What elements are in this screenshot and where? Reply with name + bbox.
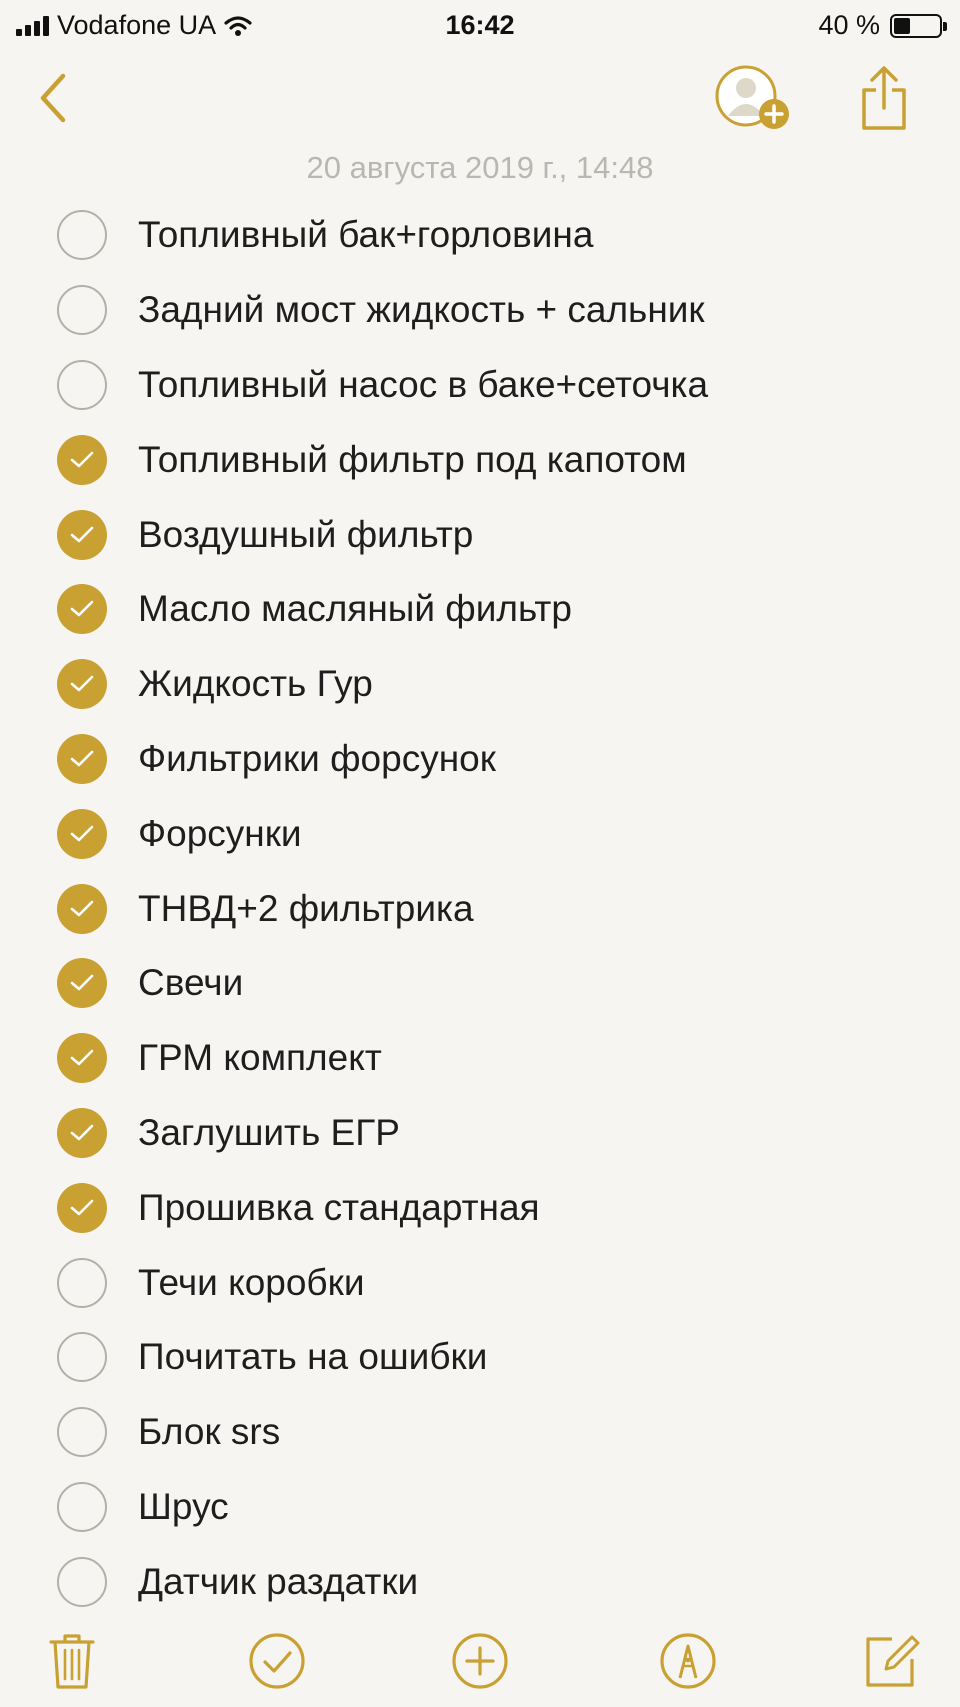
checklist-item[interactable]: Топливный бак+горловина [0,198,960,273]
checklist-item-label: Масло масляный фильтр [138,588,572,630]
checked-circle-icon[interactable] [57,509,107,560]
plus-circle-icon [452,1633,508,1689]
checked-circle-icon[interactable] [57,434,107,485]
checkmark-circle-icon [249,1633,305,1689]
checked-circle-icon[interactable] [57,584,107,635]
clock: 16:42 [445,10,515,40]
checkmark-icon [70,825,94,842]
checklist-item[interactable]: Свечи [0,946,960,1021]
compose-icon [866,1635,920,1687]
add-people-button[interactable] [712,62,792,134]
checklist-item-label: ГРМ комплект [138,1037,382,1079]
checklist-item-label: Воздушный фильтр [138,513,474,555]
checklist-item[interactable]: Фильтрики форсунок [0,722,960,797]
checkmark-icon [70,526,94,542]
unchecked-circle-icon[interactable] [57,1257,107,1308]
checkmark-icon [70,601,94,617]
bottom-toolbar [0,1609,960,1707]
delete-button[interactable] [42,1631,102,1691]
checkmark-icon [70,750,94,767]
checklist-item-label: Фильтрики форсунок [138,737,496,779]
checklist-item-label: Шрус [138,1485,229,1527]
checklist-item-label: Свечи [138,962,244,1004]
unchecked-circle-icon[interactable] [57,1407,107,1458]
unchecked-circle-icon[interactable] [57,285,107,336]
checklist-item[interactable]: Масло масляный фильтр [0,572,960,647]
checklist-item[interactable]: Течи коробки [0,1245,960,1320]
checklist-item-label: Форсунки [138,812,302,854]
checklist-item[interactable]: Блок srs [0,1395,960,1470]
checklist-item[interactable]: Топливный насос в баке+сеточка [0,348,960,423]
checklist-item[interactable]: Шрус [0,1470,960,1545]
checked-circle-icon[interactable] [57,733,107,784]
compose-button[interactable] [862,1631,922,1691]
checked-circle-icon[interactable] [57,883,107,934]
add-person-icon [715,65,789,129]
unchecked-circle-icon[interactable] [57,359,107,410]
checked-circle-icon[interactable] [57,1033,107,1084]
checklist-item[interactable]: Форсунки [0,796,960,871]
status-right: 40 % [818,10,947,41]
checklist-item-label: Датчик раздатки [138,1560,419,1602]
unchecked-circle-icon[interactable] [57,1556,107,1607]
checkmark-icon [70,1199,94,1216]
checklist-button[interactable] [247,1631,307,1691]
checkmark-icon [70,900,94,916]
unchecked-circle-icon[interactable] [57,1481,107,1532]
checked-circle-icon[interactable] [57,1182,107,1233]
status-bar: Vodafone UA 16:42 40 % [0,0,960,50]
checkmark-icon [70,675,94,692]
checklist-item[interactable]: Топливный фильтр под капотом [0,422,960,497]
checked-circle-icon[interactable] [57,1107,107,1158]
checklist-item-label: Прошивка стандартная [138,1186,540,1228]
checklist-item[interactable]: Прошивка стандартная [0,1170,960,1245]
share-icon [862,66,906,130]
checkmark-icon [70,451,94,468]
checked-circle-icon[interactable] [57,958,107,1009]
nav-bar [0,50,960,150]
checklist-item-label: Почитать на ошибки [138,1336,488,1378]
checklist-item[interactable]: Жидкость Гур [0,647,960,722]
checklist-item-label: Задний мост жидкость + сальник [138,289,705,331]
add-button[interactable] [450,1631,510,1691]
unchecked-circle-icon[interactable] [57,210,107,261]
checklist-item[interactable]: ГРМ комплект [0,1021,960,1096]
checklist-item-label: Жидкость Гур [138,663,373,705]
checklist-item-label: Заглушить ЕГР [138,1111,400,1153]
checklist-item[interactable]: Почитать на ошибки [0,1320,960,1395]
checklist-item-label: Течи коробки [138,1261,365,1303]
checklist-item-label: Блок srs [138,1411,281,1453]
checkmark-icon [70,1049,94,1066]
back-button[interactable] [28,68,78,128]
checklist-item-label: Топливный бак+горловина [138,214,594,256]
checklist: Топливный бак+горловина Задний мост жидко… [0,198,960,1610]
markup-button[interactable] [658,1631,718,1691]
checklist-item[interactable]: Задний мост жидкость + сальник [0,273,960,348]
trash-icon [49,1634,95,1689]
unchecked-circle-icon[interactable] [57,1332,107,1383]
battery-percent: 40 % [818,10,880,40]
chevron-left-icon [40,73,66,123]
note-date: 20 августа 2019 г., 14:48 [306,150,654,185]
checklist-item-label: ТНВД+2 фильтрика [138,887,474,929]
checklist-item-label: Топливный насос в баке+сеточка [138,363,709,405]
checkmark-icon [70,975,94,991]
checked-circle-icon[interactable] [57,659,107,710]
checklist-item[interactable]: Воздушный фильтр [0,497,960,572]
checklist-item-label: Топливный фильтр под капотом [138,438,687,480]
battery-icon [890,13,947,38]
checkmark-icon [70,1124,94,1141]
checked-circle-icon[interactable] [57,808,107,859]
checklist-item[interactable]: ТНВД+2 фильтрика [0,871,960,946]
share-button[interactable] [856,60,912,136]
checklist-item[interactable]: Датчик раздатки [0,1544,960,1610]
checklist-item[interactable]: Заглушить ЕГР [0,1096,960,1171]
pen-tip-circle-icon [660,1633,716,1689]
